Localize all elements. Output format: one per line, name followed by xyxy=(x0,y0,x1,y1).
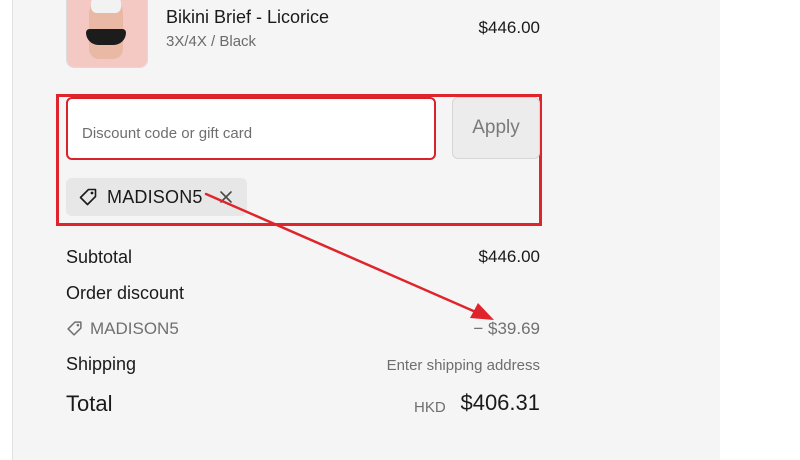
tag-icon xyxy=(67,321,82,336)
order-summary-panel xyxy=(12,0,720,460)
tag-icon xyxy=(79,188,97,206)
total-value: $406.31 xyxy=(460,390,540,415)
product-name: Bikini Brief - Licorice xyxy=(166,7,330,27)
close-icon[interactable] xyxy=(216,187,236,207)
product-variant: 3X/4X / Black xyxy=(166,33,257,50)
product-thumbnail xyxy=(66,0,148,68)
product-price: $446.00 xyxy=(478,18,540,37)
thumbnail-shirt xyxy=(91,0,121,13)
discount-amount: − $39.69 xyxy=(473,319,540,338)
applied-discount-code: MADISON5 xyxy=(107,187,203,207)
discount-code-input[interactable] xyxy=(66,97,436,160)
order-discount-label: Order discount xyxy=(66,283,185,303)
thumbnail-brief xyxy=(86,29,126,45)
subtotal-value: $446.00 xyxy=(478,247,540,266)
apply-button[interactable]: Apply xyxy=(452,97,540,159)
shipping-value: Enter shipping address xyxy=(386,357,540,374)
total-currency: HKD xyxy=(414,399,446,416)
total-label: Total xyxy=(66,391,113,416)
applied-discount-chip: MADISON5 xyxy=(66,178,247,216)
discount-code-label: MADISON5 xyxy=(90,319,179,338)
shipping-label: Shipping xyxy=(66,354,137,374)
subtotal-label: Subtotal xyxy=(66,247,133,267)
